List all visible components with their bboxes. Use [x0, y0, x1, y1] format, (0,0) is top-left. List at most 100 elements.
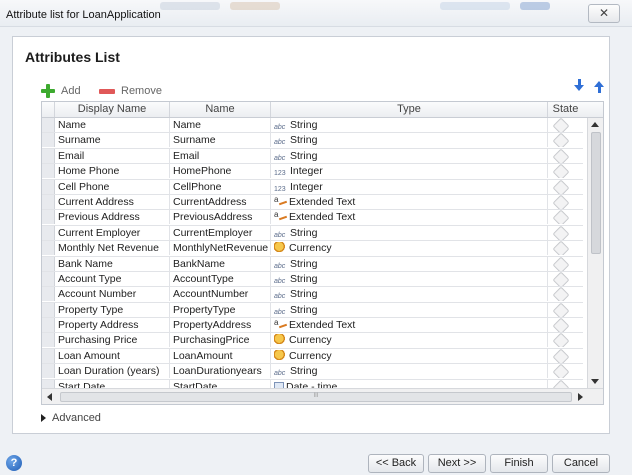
- row-selector[interactable]: [42, 118, 55, 132]
- type-cell[interactable]: Extended Text: [271, 318, 548, 333]
- scroll-left-icon[interactable]: [47, 393, 52, 401]
- row-selector[interactable]: [42, 302, 55, 317]
- row-selector[interactable]: [42, 164, 55, 179]
- table-row[interactable]: Current AddressCurrentAddress Extended Te…: [42, 194, 583, 211]
- type-cell[interactable]: Currency: [271, 241, 548, 256]
- row-selector[interactable]: [42, 318, 55, 333]
- type-cell[interactable]: Currency: [271, 333, 548, 348]
- display-name-cell[interactable]: Loan Duration (years): [55, 364, 170, 379]
- horizontal-scrollbar[interactable]: III: [42, 388, 603, 404]
- name-cell[interactable]: AccountNumber: [170, 287, 271, 302]
- row-selector[interactable]: [42, 194, 55, 209]
- table-row[interactable]: Property Type PropertyType abc String: [42, 302, 583, 319]
- table-row[interactable]: Loan Duration (years) LoanDurationyears ab…: [42, 364, 583, 380]
- name-cell[interactable]: BankName: [170, 256, 271, 271]
- type-cell[interactable]: abc String: [271, 225, 548, 240]
- name-cell[interactable]: HomePhone: [170, 164, 271, 179]
- col-display-name[interactable]: Display Name: [55, 102, 170, 117]
- row-selector[interactable]: [42, 210, 55, 225]
- type-cell[interactable]: abc String: [271, 133, 548, 148]
- table-row[interactable]: Cell Phone CellPhone 123 Integer: [42, 179, 583, 195]
- row-selector[interactable]: [42, 364, 55, 379]
- name-cell[interactable]: CurrentEmployer: [170, 225, 271, 240]
- table-row[interactable]: Monthly Net Revenue MonthlyNetRevenue Curr…: [42, 241, 583, 257]
- row-selector[interactable]: [42, 148, 55, 163]
- display-name-cell[interactable]: Name: [55, 118, 170, 132]
- table-row[interactable]: Account Number AccountNumber abc String: [42, 287, 583, 303]
- name-cell[interactable]: LoanAmount: [170, 348, 271, 363]
- name-cell[interactable]: AccountType: [170, 271, 271, 286]
- display-name-cell[interactable]: Email: [55, 148, 170, 163]
- table-row[interactable]: Bank Name BankName abc String: [42, 256, 583, 272]
- name-cell[interactable]: LoanDurationyears: [170, 364, 271, 379]
- table-row[interactable]: Email Email abc String: [42, 148, 583, 165]
- row-selector[interactable]: [42, 256, 55, 271]
- type-cell[interactable]: Extended Text: [271, 210, 548, 225]
- display-name-cell[interactable]: Account Number: [55, 287, 170, 302]
- scroll-down-icon[interactable]: [591, 379, 599, 384]
- display-name-cell[interactable]: Bank Name: [55, 256, 170, 271]
- cancel-button[interactable]: Cancel: [552, 454, 610, 473]
- name-cell[interactable]: PropertyAddress: [170, 318, 271, 333]
- vertical-scrollbar[interactable]: [587, 118, 603, 388]
- name-cell[interactable]: PreviousAddress: [170, 210, 271, 225]
- type-cell[interactable]: 123 Integer: [271, 164, 548, 179]
- scroll-thumb[interactable]: [591, 132, 601, 254]
- state-cell[interactable]: [548, 118, 583, 132]
- state-cell[interactable]: [548, 302, 583, 317]
- name-cell[interactable]: PurchasingPrice: [170, 333, 271, 348]
- display-name-cell[interactable]: Home Phone: [55, 164, 170, 179]
- name-cell[interactable]: MonthlyNetRevenue: [170, 241, 271, 256]
- state-cell[interactable]: [548, 318, 583, 333]
- name-cell[interactable]: PropertyType: [170, 302, 271, 317]
- add-button[interactable]: Add: [41, 83, 81, 99]
- col-type[interactable]: Type: [271, 102, 548, 117]
- type-cell[interactable]: abc String: [271, 271, 548, 286]
- type-cell[interactable]: abc String: [271, 256, 548, 271]
- help-icon[interactable]: ?: [6, 455, 22, 471]
- type-cell[interactable]: abc String: [271, 364, 548, 379]
- advanced-expander[interactable]: Advanced: [41, 412, 101, 424]
- table-row[interactable]: Purchasing Price PurchasingPrice Currency: [42, 333, 583, 349]
- state-cell[interactable]: [548, 164, 583, 179]
- state-cell[interactable]: [548, 271, 583, 286]
- display-name-cell[interactable]: Monthly Net Revenue: [55, 241, 170, 256]
- table-row[interactable]: Previous AddressPreviousAddress Extended …: [42, 210, 583, 226]
- state-cell[interactable]: [548, 364, 583, 379]
- type-cell[interactable]: 123 Integer: [271, 179, 548, 194]
- name-cell[interactable]: Name: [170, 118, 271, 132]
- display-name-cell[interactable]: Purchasing Price: [55, 333, 170, 348]
- display-name-cell[interactable]: Surname: [55, 133, 170, 148]
- display-name-cell[interactable]: Current Employer: [55, 225, 170, 240]
- type-cell[interactable]: Currency: [271, 348, 548, 363]
- col-name[interactable]: Name: [170, 102, 271, 117]
- row-selector[interactable]: [42, 179, 55, 194]
- name-cell[interactable]: CurrentAddress: [170, 194, 271, 209]
- type-cell[interactable]: abc String: [271, 148, 548, 163]
- row-selector[interactable]: [42, 287, 55, 302]
- row-selector[interactable]: [42, 333, 55, 348]
- state-cell[interactable]: [548, 333, 583, 348]
- display-name-cell[interactable]: Property Type: [55, 302, 170, 317]
- table-row[interactable]: Property AddressPropertyAddress Extended …: [42, 318, 583, 334]
- next-button[interactable]: Next >>: [428, 454, 486, 473]
- display-name-cell[interactable]: Previous Address: [55, 210, 170, 225]
- type-cell[interactable]: abc String: [271, 302, 548, 317]
- name-cell[interactable]: Email: [170, 148, 271, 163]
- row-selector[interactable]: [42, 133, 55, 148]
- state-cell[interactable]: [548, 225, 583, 240]
- remove-button[interactable]: Remove: [99, 83, 162, 99]
- display-name-cell[interactable]: Cell Phone: [55, 179, 170, 194]
- table-row[interactable]: Account Type AccountType abc String: [42, 271, 583, 288]
- state-cell[interactable]: [548, 148, 583, 163]
- display-name-cell[interactable]: Property Address: [55, 318, 170, 333]
- name-cell[interactable]: CellPhone: [170, 179, 271, 194]
- display-name-cell[interactable]: Loan Amount: [55, 348, 170, 363]
- row-selector[interactable]: [42, 271, 55, 286]
- state-cell[interactable]: [548, 241, 583, 256]
- type-cell[interactable]: Extended Text: [271, 194, 548, 209]
- scroll-right-icon[interactable]: [578, 393, 583, 401]
- state-cell[interactable]: [548, 194, 583, 209]
- hscroll-thumb[interactable]: III: [60, 392, 572, 402]
- scroll-up-icon[interactable]: [591, 122, 599, 127]
